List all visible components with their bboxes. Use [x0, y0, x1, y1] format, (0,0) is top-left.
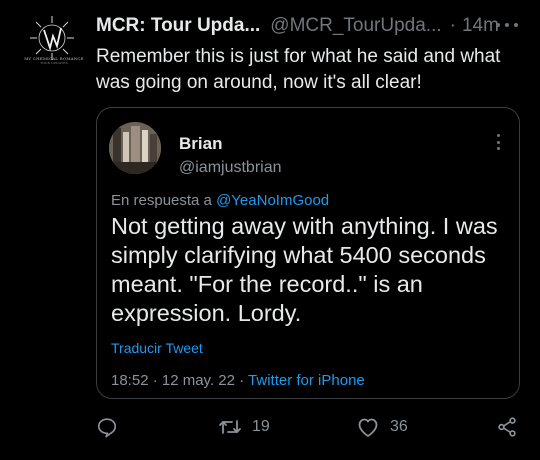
- more-dot: [497, 147, 500, 150]
- quoted-tweet-text: Not getting away with anything. I was si…: [111, 213, 498, 326]
- avatar-subcaption-text: TOUR UPDATES: [40, 61, 68, 65]
- share-icon: [498, 417, 516, 437]
- more-dot: [514, 23, 518, 27]
- quoted-author-avatar[interactable]: [109, 122, 161, 174]
- more-options-icon[interactable]: [496, 18, 518, 32]
- reply-button[interactable]: [96, 412, 118, 442]
- tweet-actions: 19 36: [0, 412, 540, 442]
- quoted-more-icon[interactable]: [497, 134, 501, 150]
- reply-icon: [97, 418, 117, 438]
- header-separator: ·: [449, 15, 456, 36]
- tweet-source-link[interactable]: Twitter for iPhone: [248, 372, 365, 389]
- reply-mention-link[interactable]: @YeaNoImGood: [216, 192, 329, 209]
- retweet-count: 19: [252, 418, 270, 435]
- like-count: 36: [390, 418, 408, 435]
- tweet[interactable]: MY CHEMICAL ROMANCE TOUR UPDATES MCR: To…: [0, 0, 540, 460]
- heart-icon: [358, 418, 378, 437]
- quoted-author-name[interactable]: Brian: [179, 134, 222, 154]
- more-dot: [497, 140, 500, 144]
- share-button[interactable]: [496, 412, 518, 442]
- photo-avatar-icon: [109, 122, 161, 174]
- like-button[interactable]: 36: [356, 412, 408, 442]
- tweet-time[interactable]: 14m: [462, 15, 499, 37]
- author-display-name[interactable]: MCR: Tour Upda...: [96, 15, 260, 37]
- more-dot: [497, 134, 500, 137]
- quoted-tweet[interactable]: Brian @iamjustbrian En respuesta a @YeaN…: [96, 107, 520, 399]
- quoted-timestamp[interactable]: 18:52 · 12 may. 22 ·: [111, 372, 248, 389]
- retweet-icon: [219, 420, 241, 434]
- reply-context: En respuesta a @YeaNoImGood: [111, 192, 329, 209]
- quoted-tweet-meta: 18:52 · 12 may. 22 · Twitter for iPhone: [111, 372, 365, 389]
- tweet-text: Remember this is just for what he said a…: [96, 46, 501, 93]
- more-dot: [496, 23, 500, 27]
- translate-tweet-link[interactable]: Traducir Tweet: [111, 340, 203, 356]
- avatar-caption: MY CHEMICAL ROMANCE TOUR UPDATES: [14, 56, 94, 66]
- author-handle[interactable]: @MCR_TourUpda...: [270, 15, 441, 37]
- reply-prefix: En respuesta a: [111, 192, 217, 209]
- quoted-author-handle[interactable]: @iamjustbrian: [179, 159, 282, 177]
- tweet-header: MCR: Tour Upda... @MCR_TourUpda... · 14m: [96, 14, 499, 38]
- retweet-button[interactable]: 19: [218, 412, 270, 442]
- more-dot: [505, 23, 509, 27]
